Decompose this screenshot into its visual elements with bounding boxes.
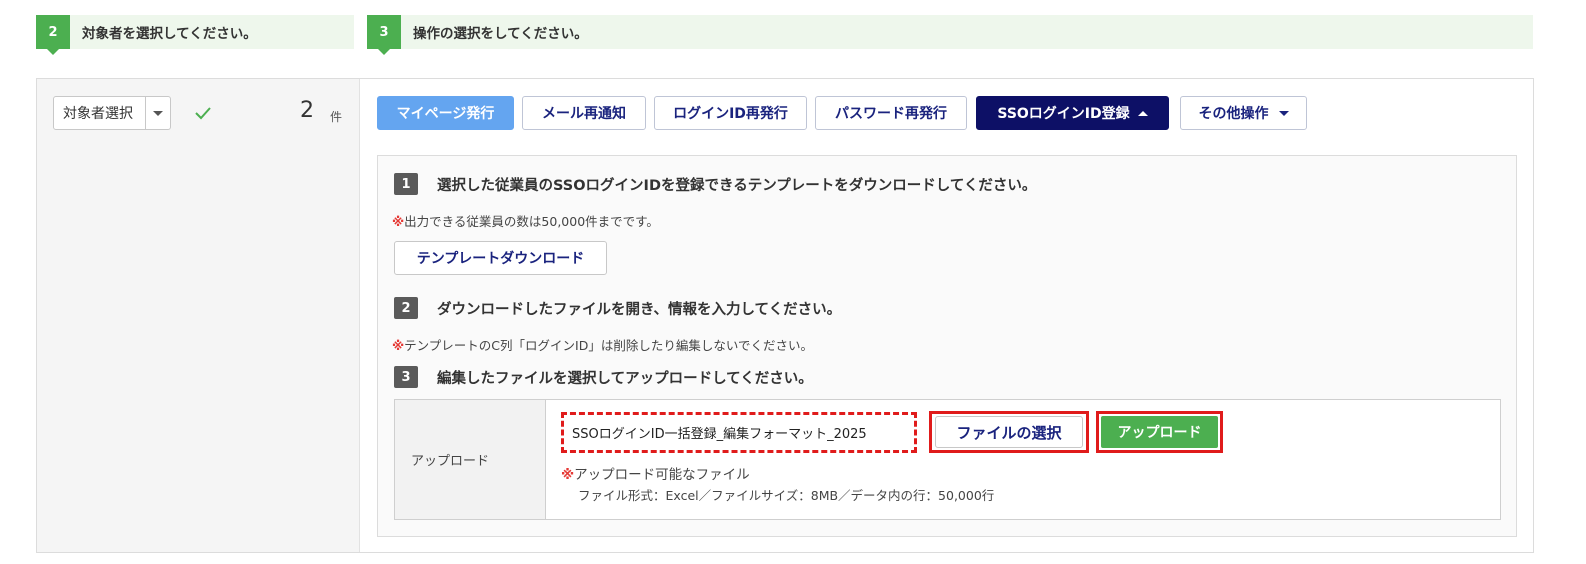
button-label: テンプレートダウンロード	[416, 251, 585, 267]
button-label: その他操作	[1198, 106, 1269, 122]
reissue-password-button[interactable]: パスワード再発行	[815, 96, 967, 130]
sso-loginid-register-button[interactable]: SSOログインID登録	[976, 96, 1169, 130]
sub-step-3: 3 編集したファイルを選択してアップロードしてください。	[394, 366, 813, 388]
chevron-down-icon	[1278, 110, 1289, 116]
check-icon	[195, 107, 211, 120]
selected-file-field[interactable]: SSOログインID一括登録_編集フォーマット_2025	[561, 412, 917, 453]
button-label: ファイルの選択	[935, 416, 1083, 448]
note-text: アップロード可能なファイル	[574, 467, 750, 483]
step-badge: 1	[394, 173, 418, 195]
target-select-dropdown[interactable]: 対象者選択	[53, 96, 171, 130]
export-limit-note: ※出力できる従業員の数は50,000件までです。	[392, 211, 659, 230]
step-header-operation: 3 操作の選択をしてください。	[367, 15, 1533, 55]
button-label: マイページ発行	[396, 106, 495, 122]
upload-button[interactable]: アップロード	[1096, 411, 1223, 453]
step-badge: 2	[394, 297, 418, 319]
step-number: 2	[36, 15, 70, 55]
column-c-note: ※テンプレートのC列「ログインID」は削除したり編集しないでください。	[392, 335, 813, 354]
step-badge: 3	[394, 366, 418, 388]
selected-count: 2	[300, 98, 314, 123]
main-panel: 対象者選択 2 件 マイページ発行 メール再通知 ログインID再発行 パスワード…	[36, 78, 1534, 553]
template-download-button[interactable]: テンプレートダウンロード	[394, 241, 607, 275]
sub-step-2: 2 ダウンロードしたファイルを開き、情報を入力してください。	[394, 297, 841, 319]
upload-table: アップロード SSOログインID一括登録_編集フォーマット_2025 ファイルの…	[394, 399, 1501, 520]
sso-register-panel: 1 選択した従業員のSSOログインIDを登録できるテンプレートをダウンロードして…	[377, 155, 1517, 537]
step-title: 操作の選択をしてください。	[413, 26, 588, 42]
choose-file-button[interactable]: ファイルの選択	[929, 411, 1089, 453]
target-select-label: 対象者選択	[63, 106, 133, 122]
step-header-target: 2 対象者を選択してください。	[36, 15, 354, 55]
button-label: ログインID再発行	[673, 106, 788, 122]
target-column: 対象者選択 2 件	[37, 79, 360, 552]
step-number: 3	[367, 15, 401, 55]
reissue-loginid-button[interactable]: ログインID再発行	[654, 96, 807, 130]
upload-label: アップロード	[395, 400, 546, 519]
note-mark: ※	[561, 467, 575, 483]
other-operations-button[interactable]: その他操作	[1180, 96, 1307, 130]
step-text: 選択した従業員のSSOログインIDを登録できるテンプレートをダウンロードしてくだ…	[437, 177, 1037, 194]
button-label: SSOログインID登録	[997, 106, 1130, 122]
note-mark: ※	[392, 214, 405, 229]
issue-mypage-button[interactable]: マイページ発行	[377, 96, 514, 130]
button-label: アップロード	[1101, 416, 1218, 448]
resend-mail-button[interactable]: メール再通知	[522, 96, 646, 130]
count-unit: 件	[330, 110, 343, 124]
chevron-up-icon	[1137, 110, 1148, 116]
button-label: メール再通知	[542, 106, 626, 122]
upload-cell: SSOログインID一括登録_編集フォーマット_2025 ファイルの選択 アップロ…	[546, 400, 1500, 519]
step-text: ダウンロードしたファイルを開き、情報を入力してください。	[437, 301, 842, 318]
step-text: 編集したファイルを選択してアップロードしてください。	[437, 370, 813, 387]
file-requirements-title: ※アップロード可能なファイル	[561, 463, 750, 483]
chevron-down-icon[interactable]	[145, 97, 170, 129]
sub-step-1: 1 選択した従業員のSSOログインIDを登録できるテンプレートをダウンロードして…	[394, 173, 1036, 195]
note-text: テンプレートのC列「ログインID」は削除したり編集しないでください。	[404, 338, 813, 353]
button-label: パスワード再発行	[835, 106, 947, 122]
note-mark: ※	[392, 338, 405, 353]
step-title: 対象者を選択してください。	[82, 26, 257, 42]
note-text: 出力できる従業員の数は50,000件までです。	[404, 214, 659, 229]
file-requirements-detail: ファイル形式：Excel／ファイルサイズ：8MB／データ内の行：50,000行	[578, 488, 995, 503]
